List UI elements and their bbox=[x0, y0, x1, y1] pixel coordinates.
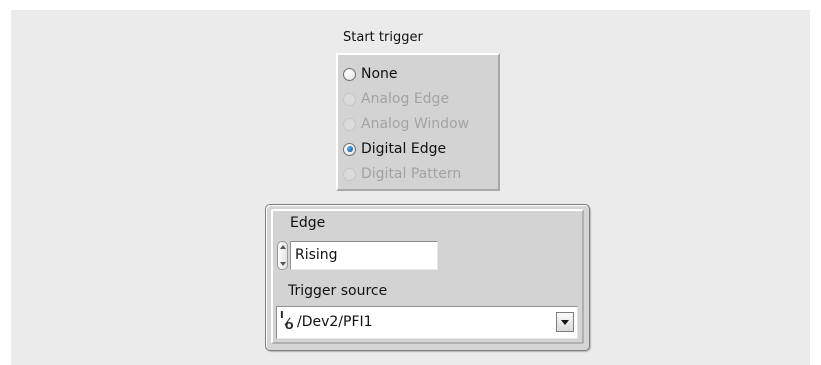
trigger-source-io-control[interactable]: I O /Dev2/PFI1 bbox=[276, 306, 578, 339]
radio-option-label: Digital Edge bbox=[361, 141, 447, 157]
chevron-down-icon bbox=[561, 320, 569, 325]
trigger-source-value: /Dev2/PFI1 bbox=[297, 314, 373, 330]
start-trigger-radio-group: None Analog Edge Analog Window Digital E… bbox=[336, 53, 500, 191]
radio-button-icon bbox=[343, 92, 356, 106]
edge-label: Edge bbox=[290, 215, 326, 231]
increment-down-icon bbox=[280, 262, 286, 266]
edge-ring-control[interactable]: Rising bbox=[290, 241, 438, 270]
radio-option-label: Analog Edge bbox=[361, 91, 450, 107]
radio-button-selected-icon bbox=[343, 142, 356, 156]
radio-option-digital-pattern[interactable]: Digital Pattern bbox=[343, 164, 461, 184]
io-name-icon: I O bbox=[280, 310, 294, 332]
radio-button-icon bbox=[343, 167, 356, 181]
edge-ring-increment-icon[interactable] bbox=[277, 241, 288, 270]
radio-option-label: Analog Window bbox=[361, 116, 470, 132]
radio-option-label: None bbox=[361, 66, 398, 82]
trigger-source-dropdown-button[interactable] bbox=[556, 312, 574, 332]
radio-option-analog-window[interactable]: Analog Window bbox=[343, 114, 469, 134]
radio-option-analog-edge[interactable]: Analog Edge bbox=[343, 89, 449, 109]
trigger-source-label: Trigger source bbox=[288, 283, 388, 299]
increment-up-icon bbox=[280, 245, 286, 249]
radio-button-icon bbox=[343, 67, 356, 81]
radio-option-label: Digital Pattern bbox=[361, 166, 462, 182]
radio-option-digital-edge[interactable]: Digital Edge bbox=[343, 139, 446, 159]
start-trigger-label: Start trigger bbox=[343, 30, 423, 45]
radio-option-none[interactable]: None bbox=[343, 64, 398, 84]
radio-button-icon bbox=[343, 117, 356, 131]
